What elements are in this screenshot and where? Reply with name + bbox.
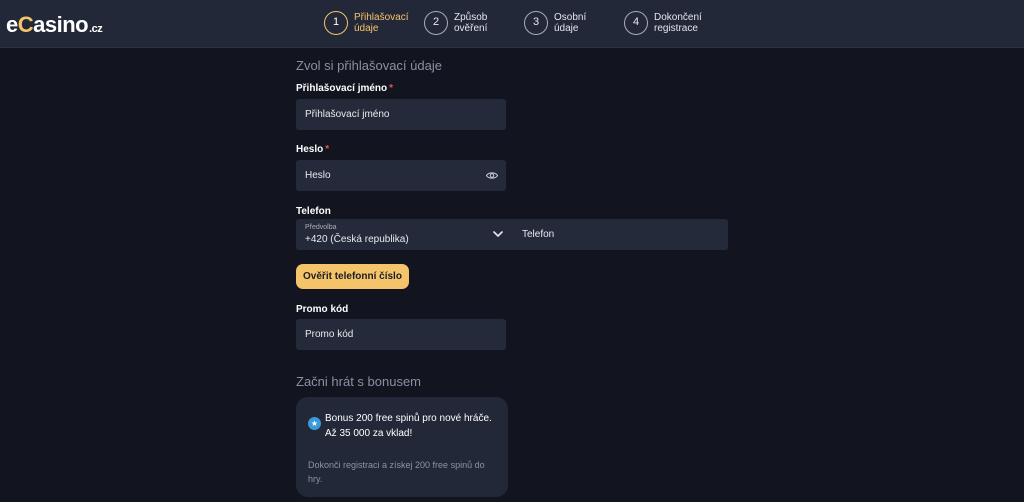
promo-code-label: Promo kód [296, 304, 349, 315]
logo-text-post: asino [33, 12, 89, 37]
logo-suffix: .cz [89, 23, 103, 35]
country-prefix-select[interactable]: Předvolba +420 (Česká republika) [296, 219, 512, 250]
phone-number-input[interactable]: Telefon [512, 219, 728, 250]
step-label-line-2: údaje [554, 23, 579, 34]
step-label: Osobní údaje [554, 12, 624, 34]
bonus-section-title: Začni hrát s bonusem [296, 374, 422, 389]
password-label: Heslo * [296, 144, 329, 155]
eye-icon[interactable] [486, 170, 498, 181]
phone-label: Telefon [296, 206, 331, 217]
step-label-line-1: Dokončení [654, 12, 702, 23]
star-icon: ★ [308, 417, 321, 430]
bonus-title: Bonus 200 free spinů pro nové hráče. Až … [325, 413, 492, 439]
step-label: Přihlašovací údaje [354, 12, 424, 34]
required-mark: * [389, 83, 394, 94]
required-mark: * [325, 144, 330, 155]
username-placeholder: Přihlašovací jméno [305, 109, 390, 120]
top-header: eCasino.cz 1 Přihlašovací údaje 2 Způsob o… [0, 0, 1024, 48]
verify-phone-button[interactable]: Ověřit telefonní číslo [296, 264, 409, 289]
promo-code-input[interactable]: Promo kód [296, 319, 506, 350]
step-label: Dokončení registrace [654, 12, 724, 34]
step-label-line-1: Osobní [554, 12, 587, 23]
step-label-line-1: Přihlašovací [354, 12, 409, 23]
step-number: 1 [324, 11, 348, 35]
password-placeholder: Heslo [305, 170, 331, 181]
step-label-line-1: Způsob [454, 12, 488, 23]
logo-text-pre: e [6, 12, 18, 37]
phone-field: Předvolba +420 (Česká republika) Telefon [296, 219, 728, 250]
bonus-card[interactable]: ★ Bonus 200 free spinů pro nové hráče. A… [296, 397, 508, 497]
step-label-line-2: registrace [654, 23, 698, 34]
step-number: 3 [524, 11, 548, 35]
password-input[interactable]: Heslo [296, 160, 506, 191]
step-label-line-2: údaje [354, 23, 379, 34]
step-number: 2 [424, 11, 448, 35]
login-section-title: Zvol si přihlašovací údaje [296, 58, 442, 73]
bonus-note: Dokonči registraci a získej 200 free spi… [308, 460, 485, 484]
username-label: Přihlašovací jméno * [296, 83, 393, 94]
username-input[interactable]: Přihlašovací jméno [296, 99, 506, 130]
promo-placeholder: Promo kód [305, 329, 354, 340]
phone-placeholder: Telefon [522, 229, 555, 240]
password-label-text: Heslo [296, 144, 324, 155]
prefix-value: +420 (Česká republika) [305, 234, 409, 245]
chevron-down-icon [493, 231, 503, 237]
step-number: 4 [624, 11, 648, 35]
username-label-text: Přihlašovací jméno [296, 83, 388, 94]
step-label: Způsob ověření [454, 12, 524, 34]
logo-text-accent: C [17, 12, 34, 37]
prefix-caption: Předvolba [305, 224, 337, 231]
step-label-line-2: ověření [454, 23, 488, 34]
ecasino-logo[interactable]: eCasino.cz [6, 12, 103, 38]
